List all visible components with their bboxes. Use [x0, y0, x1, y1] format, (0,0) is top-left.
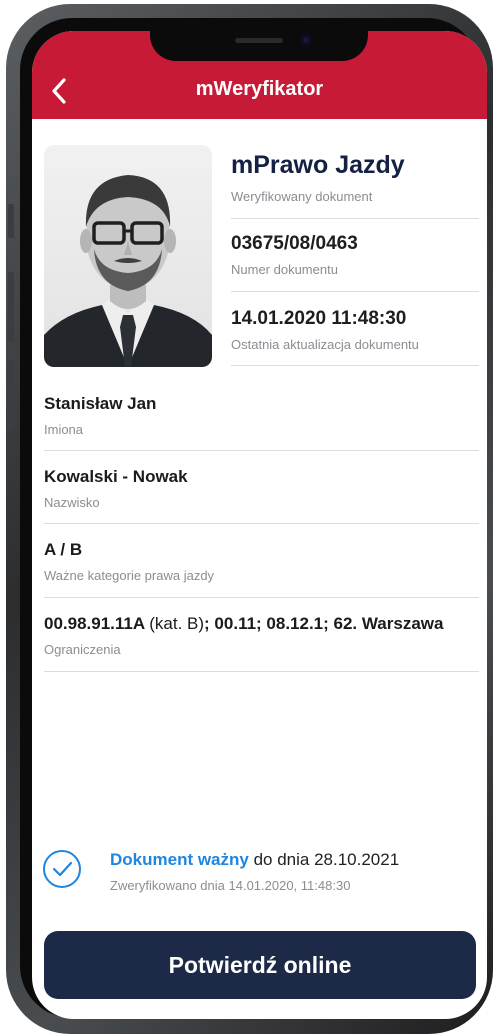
volume-down-button [8, 360, 14, 430]
first-names-label: Imiona [44, 422, 84, 437]
portrait-image [44, 175, 212, 367]
divider [44, 450, 479, 451]
document-type-label: Weryfikowany dokument [231, 189, 373, 204]
surname-value: Kowalski - Nowak [44, 467, 188, 486]
speaker-grille [235, 38, 283, 43]
categories-label: Ważne kategorie prawa jazdy [44, 568, 215, 583]
divider [231, 218, 479, 219]
restriction-note: (kat. B) [149, 614, 205, 633]
divider [231, 365, 479, 366]
restrictions-value: 00.98.91.11A (kat. B); 00.11; 08.12.1; 6… [44, 614, 443, 634]
app-screen: mWeryfikator mPrawo Jazdy Weryfikowany d… [32, 31, 487, 1019]
surname-label: Nazwisko [44, 495, 100, 510]
front-camera [300, 34, 312, 46]
divider [44, 671, 479, 672]
document-updated: 14.01.2020 11:48:30 [231, 308, 407, 329]
validity-status: Dokument ważny do dnia 28.10.2021 [110, 850, 399, 870]
volume-up-button [8, 272, 14, 342]
validity-until: do dnia 28.10.2021 [253, 850, 400, 869]
validity-status-text: Dokument ważny [110, 850, 249, 869]
confirm-online-button[interactable]: Potwierdź online [44, 931, 476, 999]
holder-photo [44, 145, 212, 367]
document-type: mPrawo Jazdy [231, 151, 405, 179]
phone-notch [150, 31, 368, 61]
divider [44, 597, 479, 598]
app-title: mWeryfikator [195, 78, 324, 100]
document-updated-label: Ostatnia aktualizacja dokumentu [231, 337, 419, 352]
verified-timestamp: Zweryfikowano dnia 14.01.2020, 11:48:30 [110, 878, 351, 893]
divider [231, 291, 479, 292]
categories-value: A / B [44, 540, 83, 559]
restriction-code: 00.98.91.11A [44, 614, 145, 633]
first-names-value: Stanisław Jan [44, 394, 157, 413]
divider [44, 523, 479, 524]
document-number: 03675/08/0463 [231, 233, 358, 254]
document-number-label: Numer dokumentu [231, 262, 338, 277]
restriction-codes: ; 00.11; 08.12.1; 62. Warszawa [204, 614, 444, 633]
app-header: mWeryfikator [32, 31, 487, 119]
mute-switch [8, 204, 14, 238]
restrictions-label: Ograniczenia [44, 642, 121, 657]
check-circle-icon [43, 850, 81, 888]
